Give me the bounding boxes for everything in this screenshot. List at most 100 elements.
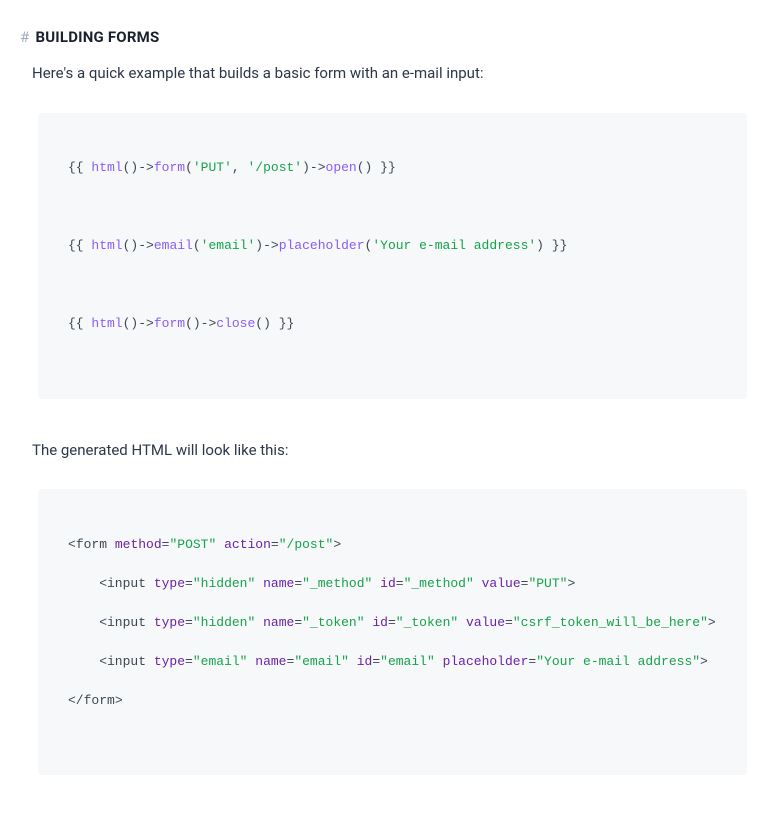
val-email-id: "email"	[380, 654, 435, 669]
lt: <	[99, 615, 107, 630]
delim-close: }}	[271, 316, 294, 331]
gt: >	[700, 654, 708, 669]
heading-text: BUILDING FORMS	[35, 28, 159, 46]
sp	[146, 654, 154, 669]
eq: =	[505, 615, 513, 630]
gt: >	[115, 693, 123, 708]
attr-name: name	[255, 654, 286, 669]
code-line: <input type="hidden" name="_method" id="…	[68, 574, 717, 594]
sp	[216, 537, 224, 552]
paren-open: (	[193, 238, 201, 253]
attr-type: type	[154, 615, 185, 630]
code-line: <input type="email" name="email" id="ema…	[68, 652, 717, 672]
attr-id: id	[357, 654, 373, 669]
eq: =	[294, 576, 302, 591]
code-line: {{ html()->form()->close() }}	[68, 314, 717, 334]
val-method-name: "_method"	[302, 576, 372, 591]
tag-input: input	[107, 576, 146, 591]
tag-input: input	[107, 654, 146, 669]
paren: ()	[255, 316, 271, 331]
eq: =	[521, 576, 529, 591]
arrow: ->	[263, 238, 279, 253]
val-email-type: "email"	[193, 654, 248, 669]
eq: =	[294, 615, 302, 630]
doc-page: # BUILDING FORMS Here's a quick example t…	[0, 0, 767, 833]
val-put: "PUT"	[528, 576, 567, 591]
eq: =	[528, 654, 536, 669]
section-heading: # BUILDING FORMS	[20, 28, 747, 46]
sp	[255, 576, 263, 591]
arrow: ->	[138, 238, 154, 253]
eq: =	[185, 615, 193, 630]
lt: <	[99, 576, 107, 591]
fn-form: form	[154, 160, 185, 175]
attr-id: id	[380, 576, 396, 591]
eq: =	[372, 654, 380, 669]
str-placeholder: 'Your e-mail address'	[372, 238, 536, 253]
val-email-name: "email"	[294, 654, 349, 669]
comma: ,	[232, 160, 248, 175]
eq: =	[287, 654, 295, 669]
attr-action: action	[224, 537, 271, 552]
eq: =	[271, 537, 279, 552]
code-line: {{ html()->email('email')->placeholder('…	[68, 236, 717, 256]
sp	[146, 576, 154, 591]
val-action: "/post"	[279, 537, 334, 552]
arrow: ->	[310, 160, 326, 175]
str-put: 'PUT'	[193, 160, 232, 175]
fn-placeholder: placeholder	[279, 238, 365, 253]
tag-form-close: form	[84, 693, 115, 708]
arrow: ->	[201, 316, 217, 331]
paren: ()	[357, 160, 373, 175]
attr-id: id	[372, 615, 388, 630]
attr-value: value	[466, 615, 505, 630]
attr-method: method	[115, 537, 162, 552]
code-block-html-output: <form method="POST" action="/post"> <inp…	[38, 489, 747, 775]
delim-close: }}	[372, 160, 395, 175]
paren-close: )	[536, 238, 544, 253]
fn-open: open	[326, 160, 357, 175]
attr-name: name	[263, 576, 294, 591]
heading-hash: #	[20, 28, 29, 46]
gt: >	[567, 576, 575, 591]
val-method: "POST"	[169, 537, 216, 552]
val-email-ph: "Your e-mail address"	[536, 654, 700, 669]
val-hidden: "hidden"	[193, 615, 255, 630]
lt-slash: </	[68, 693, 84, 708]
paren-open: (	[185, 160, 193, 175]
fn-html: html	[91, 238, 122, 253]
paren: ()	[185, 316, 201, 331]
eq: =	[388, 615, 396, 630]
arrow: ->	[138, 316, 154, 331]
sp	[146, 615, 154, 630]
gt: >	[708, 615, 716, 630]
code-line: {{ html()->form('PUT', '/post')->open() …	[68, 158, 717, 178]
attr-type: type	[154, 654, 185, 669]
val-token-name: "_token"	[302, 615, 364, 630]
delim-close: }}	[544, 238, 567, 253]
delim-open: {{	[68, 316, 91, 331]
lt: <	[68, 537, 76, 552]
attr-name: name	[263, 615, 294, 630]
sp	[365, 615, 373, 630]
intro-paragraph: Here's a quick example that builds a bas…	[32, 62, 747, 85]
sp	[458, 615, 466, 630]
paren: ()	[123, 316, 139, 331]
fn-form: form	[154, 316, 185, 331]
val-method-id: "_method"	[404, 576, 474, 591]
fn-email: email	[154, 238, 193, 253]
str-post: '/post'	[248, 160, 303, 175]
sp	[255, 615, 263, 630]
delim-open: {{	[68, 238, 91, 253]
outro-paragraph: The generated HTML will look like this:	[32, 439, 747, 462]
sp	[435, 654, 443, 669]
sp	[474, 576, 482, 591]
str-email: 'email'	[201, 238, 256, 253]
lt: <	[99, 654, 107, 669]
sp	[349, 654, 357, 669]
paren: ()	[123, 238, 139, 253]
val-hidden: "hidden"	[193, 576, 255, 591]
paren-close: )	[302, 160, 310, 175]
val-token-id: "_token"	[396, 615, 458, 630]
code-block-blade: {{ html()->form('PUT', '/post')->open() …	[38, 113, 747, 399]
